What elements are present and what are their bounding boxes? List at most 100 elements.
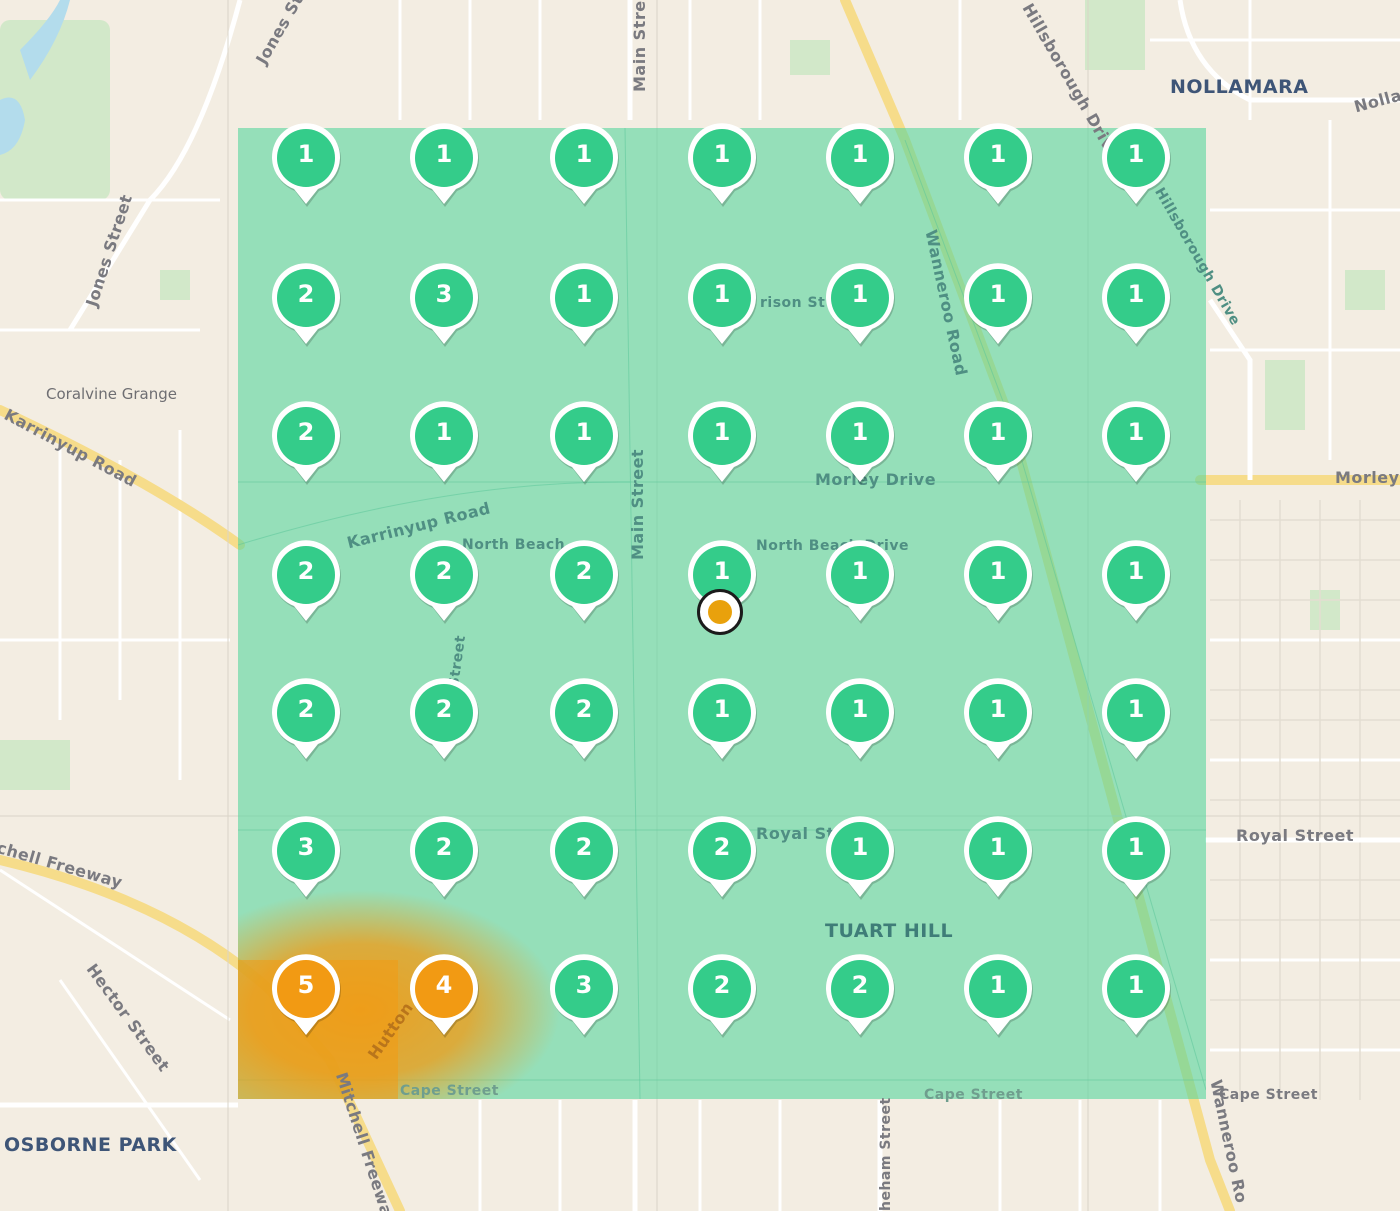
grid-pin[interactable]: 1 [962, 539, 1034, 625]
grid-pin[interactable]: 2 [686, 953, 758, 1039]
grid-pin[interactable]: 1 [824, 815, 896, 901]
pin-count: 5 [297, 971, 315, 999]
pin-count: 2 [297, 418, 315, 446]
grid-pin[interactable]: 1 [408, 400, 480, 486]
pin-count: 1 [989, 418, 1007, 446]
pin-count: 1 [1127, 695, 1145, 723]
grid-pin[interactable]: 3 [548, 953, 620, 1039]
pin-count: 1 [713, 280, 731, 308]
grid-pin[interactable]: 1 [824, 122, 896, 208]
pin-count: 1 [851, 557, 869, 585]
pin-count: 1 [989, 695, 1007, 723]
grid-pin[interactable]: 3 [408, 262, 480, 348]
grid-pin[interactable]: 1 [1100, 677, 1172, 763]
grid-pin[interactable]: 1 [824, 677, 896, 763]
suburb-label-tuart-hill: TUART HILL [825, 920, 954, 942]
grid-pin[interactable]: 2 [408, 539, 480, 625]
street-label: Royal St [756, 824, 835, 843]
grid-pin[interactable]: 1 [1100, 262, 1172, 348]
grid-pin[interactable]: 1 [1100, 953, 1172, 1039]
street-label: Main Stre [630, 0, 649, 92]
grid-pin[interactable]: 1 [548, 400, 620, 486]
grid-pin[interactable]: 1 [686, 262, 758, 348]
pin-count: 1 [851, 695, 869, 723]
grid-pin[interactable]: 1 [962, 122, 1034, 208]
grid-pin[interactable]: 1 [824, 400, 896, 486]
street-label: Cape Street [924, 1087, 1023, 1103]
pin-count: 1 [989, 971, 1007, 999]
pin-count: 1 [575, 140, 593, 168]
grid-pin[interactable]: 1 [962, 400, 1034, 486]
pin-count: 2 [435, 695, 453, 723]
pin-count: 2 [297, 280, 315, 308]
pin-count: 2 [575, 557, 593, 585]
pin-count: 1 [851, 140, 869, 168]
grid-pin[interactable]: 2 [548, 539, 620, 625]
grid-pin[interactable]: 1 [270, 122, 342, 208]
pin-count: 2 [575, 833, 593, 861]
location-dot [708, 600, 732, 624]
grid-pin[interactable]: 2 [270, 262, 342, 348]
grid-pin[interactable]: 2 [408, 677, 480, 763]
pin-count: 1 [713, 418, 731, 446]
pin-count: 1 [989, 557, 1007, 585]
grid-pin[interactable]: 1 [962, 262, 1034, 348]
place-label-coralvine-grange: Coralvine Grange [46, 385, 177, 403]
pin-count: 1 [1127, 140, 1145, 168]
street-label: Main Street [628, 448, 647, 560]
grid-pin[interactable]: 2 [270, 539, 342, 625]
current-location-marker[interactable] [697, 589, 743, 635]
pin-count: 4 [435, 971, 453, 999]
grid-pin[interactable]: 1 [962, 953, 1034, 1039]
pin-count: 1 [851, 280, 869, 308]
street-label: heham Street [878, 1097, 894, 1211]
pin-count: 1 [1127, 418, 1145, 446]
pin-count: 2 [435, 557, 453, 585]
grid-pin[interactable]: 4 [408, 953, 480, 1039]
pin-count: 2 [713, 833, 731, 861]
grid-pin[interactable]: 1 [1100, 400, 1172, 486]
grid-pin[interactable]: 2 [270, 677, 342, 763]
grid-pin[interactable]: 1 [962, 815, 1034, 901]
pin-count: 2 [713, 971, 731, 999]
pin-count: 3 [435, 280, 453, 308]
street-label: Morley [1335, 468, 1400, 487]
grid-pin[interactable]: 2 [548, 815, 620, 901]
street-label: rison St [760, 295, 826, 311]
grid-pin[interactable]: 1 [824, 539, 896, 625]
pin-count: 3 [297, 833, 315, 861]
grid-pin[interactable]: 2 [548, 677, 620, 763]
grid-pin[interactable]: 1 [1100, 815, 1172, 901]
grid-pin[interactable]: 5 [270, 953, 342, 1039]
street-label: Cape Street [400, 1083, 499, 1099]
grid-pin[interactable]: 1 [686, 677, 758, 763]
grid-pin[interactable]: 2 [824, 953, 896, 1039]
grid-pin[interactable]: 3 [270, 815, 342, 901]
pin-count: 1 [851, 418, 869, 446]
grid-pin[interactable]: 1 [1100, 539, 1172, 625]
grid-pin[interactable]: 2 [270, 400, 342, 486]
map-view[interactable]: NOLLAMARA TUART HILL OSBORNE PARK Coralv… [0, 0, 1400, 1211]
pin-count: 2 [575, 695, 593, 723]
grid-pin[interactable]: 2 [686, 815, 758, 901]
suburb-label-nollamara: NOLLAMARA [1170, 76, 1309, 98]
grid-pin[interactable]: 1 [1100, 122, 1172, 208]
pin-count: 1 [713, 140, 731, 168]
pin-count: 1 [989, 140, 1007, 168]
grid-pin[interactable]: 1 [962, 677, 1034, 763]
grid-pin[interactable]: 1 [686, 122, 758, 208]
pin-count: 1 [989, 280, 1007, 308]
grid-pin[interactable]: 1 [548, 262, 620, 348]
pin-count: 1 [1127, 557, 1145, 585]
grid-pin[interactable]: 1 [824, 262, 896, 348]
grid-pin[interactable]: 1 [408, 122, 480, 208]
suburb-label-osborne-park: OSBORNE PARK [4, 1134, 177, 1156]
pin-count: 1 [1127, 280, 1145, 308]
grid-pin[interactable]: 2 [408, 815, 480, 901]
street-label: Royal Street [1236, 826, 1355, 845]
pin-count: 1 [435, 140, 453, 168]
grid-pin[interactable]: 1 [548, 122, 620, 208]
grid-pin[interactable]: 1 [686, 400, 758, 486]
pin-count: 2 [435, 833, 453, 861]
pin-count: 1 [435, 418, 453, 446]
